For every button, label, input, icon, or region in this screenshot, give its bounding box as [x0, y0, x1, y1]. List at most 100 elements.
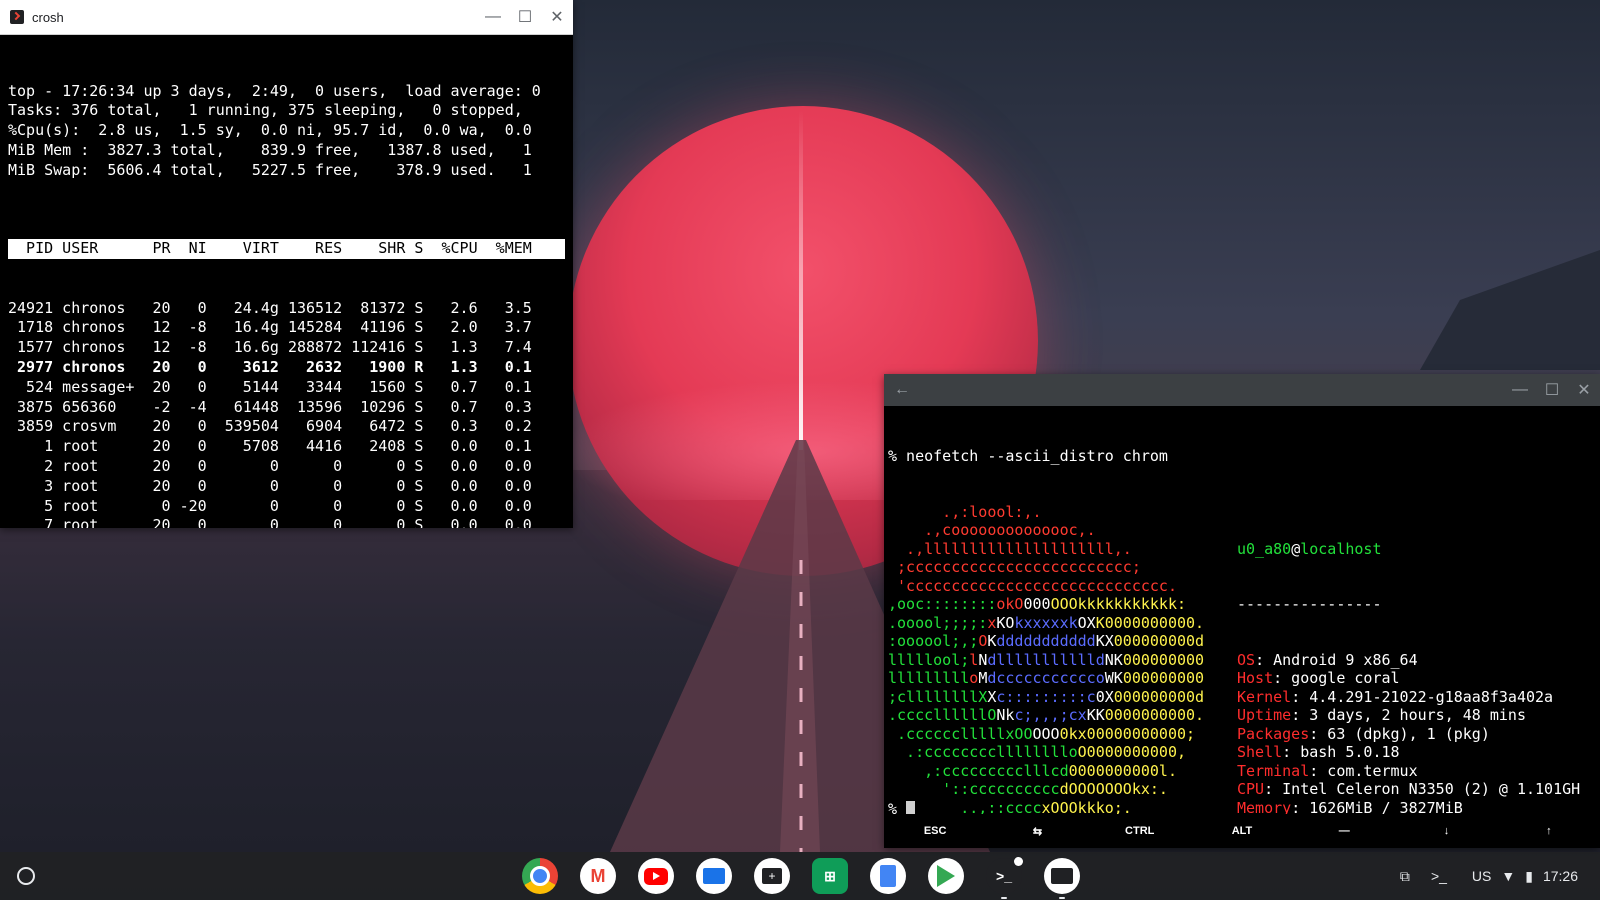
info-key: Kernel	[1237, 687, 1292, 706]
ascii-art-segment: c;,,,;cx	[1014, 706, 1087, 724]
extra-key-button[interactable]: ALT	[1212, 825, 1272, 837]
ascii-art-segment: ,ooc::::::::	[888, 595, 997, 613]
top-summary-line: top - 17:26:34 up 3 days, 2:49, 0 users,…	[8, 81, 541, 100]
info-field: Host: google coral	[1237, 669, 1580, 688]
info-field: Kernel: 4.4.291-21022-g18aa8f3a402a	[1237, 688, 1580, 707]
extra-key-button[interactable]: ⇆	[1007, 825, 1067, 838]
termux-window[interactable]: ← — ☐ ✕ % neofetch --ascii_distro chrom …	[884, 374, 1600, 848]
crosh-icon[interactable]	[1044, 858, 1080, 899]
top-summary-line: MiB Swap: 5606.4 total, 5227.5 free, 378…	[8, 160, 532, 179]
files-icon[interactable]	[696, 858, 732, 894]
top-summary: top - 17:26:34 up 3 days, 2:49, 0 users,…	[8, 82, 573, 181]
ascii-art-segment: 000000000	[1122, 669, 1205, 687]
ascii-art-segment: okO	[996, 595, 1024, 613]
info-value: : 63 (dpkg), 1 (pkg)	[1309, 724, 1490, 743]
terminal-icon[interactable]: >_	[986, 857, 1023, 899]
process-row: 524 message+ 20 0 5144 3344 1560 S 0.7 0…	[8, 377, 532, 396]
extra-key-button[interactable]: ↑	[1519, 825, 1579, 837]
ascii-art-segment: 0kx00000000000;	[1059, 724, 1196, 743]
ascii-art-segment: 0000000000.	[1104, 706, 1205, 724]
ascii-art-segment: O	[978, 632, 988, 650]
youtube-icon[interactable]	[638, 858, 674, 894]
ascii-art-line: .cccccclllllxOOOOO0kx00000000000;	[888, 725, 1204, 744]
back-arrow-icon[interactable]: ←	[894, 381, 1504, 399]
ascii-art-segment: 000000000	[1122, 650, 1205, 669]
ascii-art-line: :oooool;,;OKdddddddddddKX000000000d	[888, 632, 1204, 651]
ascii-art-segment: 'ccccccccccccccccccccccccccccc.	[888, 576, 1177, 595]
ascii-art-segment: N	[978, 650, 988, 669]
ascii-art-line: llllllllloMdcccccccccccoWK000000000	[888, 669, 1204, 688]
status-tray: ⧉ >_ US ▼ ▮ 17:26	[1394, 862, 1588, 890]
terminal-tray-icon[interactable]: >_	[1428, 865, 1450, 887]
maximize-icon[interactable]: ☐	[509, 0, 541, 34]
gmail-icon[interactable]: M	[580, 858, 616, 894]
running-indicator	[1001, 897, 1007, 899]
minimize-icon[interactable]: —	[477, 0, 509, 34]
crosh-window[interactable]: crosh — ☐ ✕ top - 17:26:34 up 3 days, 2:…	[0, 0, 573, 528]
process-row: 2 root 20 0 0 0 0 S 0.0 0.0	[8, 456, 532, 475]
wifi-icon: ▼	[1501, 868, 1516, 884]
extra-key-button[interactable]: ESC	[905, 825, 965, 837]
info-value: : bash 5.0.18	[1282, 743, 1400, 761]
process-row: 7 root 20 0 0 0 0 S 0.0 0.0	[8, 516, 532, 528]
extra-key-button[interactable]: —	[1314, 825, 1374, 837]
ascii-art-segment: NK	[1104, 650, 1123, 669]
process-table: 24921 chronos 20 0 24.4g 136512 81372 S …	[8, 299, 573, 528]
docs-icon[interactable]	[870, 858, 906, 894]
neofetch-output: .,:loool:,. .,coooooooooooooc,. .,llllll…	[888, 503, 1600, 849]
shelf: M + ⊞ >_ ⧉ >_ US ▼ ▮ 17:26	[0, 852, 1600, 900]
ascii-art-segment: dOOOOOOOkx:.	[1059, 780, 1168, 798]
window-title: crosh	[32, 9, 64, 25]
process-row: 3 root 20 0 0 0 0 S 0.0 0.0	[8, 476, 532, 495]
close-icon[interactable]: ✕	[1568, 374, 1600, 406]
termux-titlebar[interactable]: ← — ☐ ✕	[884, 374, 1600, 406]
termux-terminal-output[interactable]: % neofetch --ascii_distro chrom .,:loool…	[884, 406, 1600, 835]
ascii-art-line: .,coooooooooooooc,.	[888, 521, 1204, 540]
crosh-terminal-output[interactable]: top - 17:26:34 up 3 days, 2:49, 0 users,…	[0, 35, 573, 528]
pinned-apps: M + ⊞ >_	[522, 857, 1080, 899]
crosh-titlebar[interactable]: crosh — ☐ ✕	[0, 0, 573, 35]
ascii-art-segment: 0X	[1095, 687, 1114, 706]
top-summary-line: %Cpu(s): 2.8 us, 1.5 sy, 0.0 ni, 95.7 id…	[8, 121, 532, 140]
launcher-button[interactable]	[12, 862, 40, 890]
status-area-button[interactable]: US ▼ ▮ 17:26	[1462, 862, 1588, 890]
ascii-art-segment: Nk	[996, 706, 1015, 724]
info-key: CPU	[1237, 780, 1265, 798]
extra-keys-bar: ESC ⇆ CTRL ALT — ↓ ↑	[884, 814, 1600, 848]
ascii-art-segment: 000000000d	[1113, 687, 1205, 706]
ascii-art-segment: ;ccccccccccccccccccccccccc;	[888, 558, 1141, 576]
extra-key-button[interactable]: ↓	[1417, 825, 1477, 837]
info-value: : Intel Celeron N3350 (2) @ 1.101GH	[1264, 780, 1581, 798]
ascii-art-segment: .,lllllllllllllllllllll,.	[888, 539, 1132, 558]
extra-key-button[interactable]: CTRL	[1110, 825, 1170, 837]
ascii-art-segment: .:ccccccccllllllllo	[888, 743, 1078, 761]
info-value: : com.termux	[1309, 761, 1418, 780]
process-row: 1577 chronos 12 -8 16.6g 288872 112416 S…	[8, 338, 532, 357]
sheets-icon[interactable]: ⊞	[812, 858, 848, 894]
play-store-icon[interactable]	[928, 858, 964, 894]
ascii-art-segment: OX	[1077, 613, 1096, 632]
ascii-art-line: lllllool;lNdllllllllllldNK000000000	[888, 651, 1204, 670]
ascii-art-line: .ooool;;;;:xKOkxxxxxkOXK0000000000.	[888, 614, 1204, 633]
info-key: OS	[1237, 650, 1256, 669]
clock: 17:26	[1542, 868, 1578, 884]
ascii-art-segment: lllllllll	[888, 669, 970, 687]
process-row: 3875 656360 -2 -4 61448 13596 10296 S 0.…	[8, 397, 532, 416]
minimize-icon[interactable]: —	[1504, 374, 1536, 406]
process-row: 5 root 0 -20 0 0 0 S 0.0 0.0	[8, 496, 532, 515]
maximize-icon[interactable]: ☐	[1536, 374, 1568, 406]
process-row: 2977 chronos 20 0 3612 2632 1900 R 1.3 0…	[8, 357, 532, 376]
info-field: Shell: bash 5.0.18	[1237, 743, 1580, 762]
ascii-art-segment: ddddddddddd	[996, 632, 1096, 650]
ascii-art-segment: WK	[1104, 669, 1123, 687]
ascii-art-segment: dccccccccccco	[987, 669, 1105, 687]
canvas-icon[interactable]: +	[754, 858, 790, 894]
ascii-art-segment: '::cccccccccc	[888, 780, 1060, 798]
info-field: Packages: 63 (dpkg), 1 (pkg)	[1237, 725, 1580, 744]
battery-icon: ▮	[1525, 867, 1533, 884]
ascii-art-segment: kxxxxxk	[1014, 613, 1078, 632]
chrome-icon[interactable]	[522, 858, 558, 894]
info-value: : google coral	[1273, 669, 1400, 687]
close-icon[interactable]: ✕	[541, 0, 573, 34]
holding-space-icon[interactable]: ⧉	[1394, 865, 1416, 887]
